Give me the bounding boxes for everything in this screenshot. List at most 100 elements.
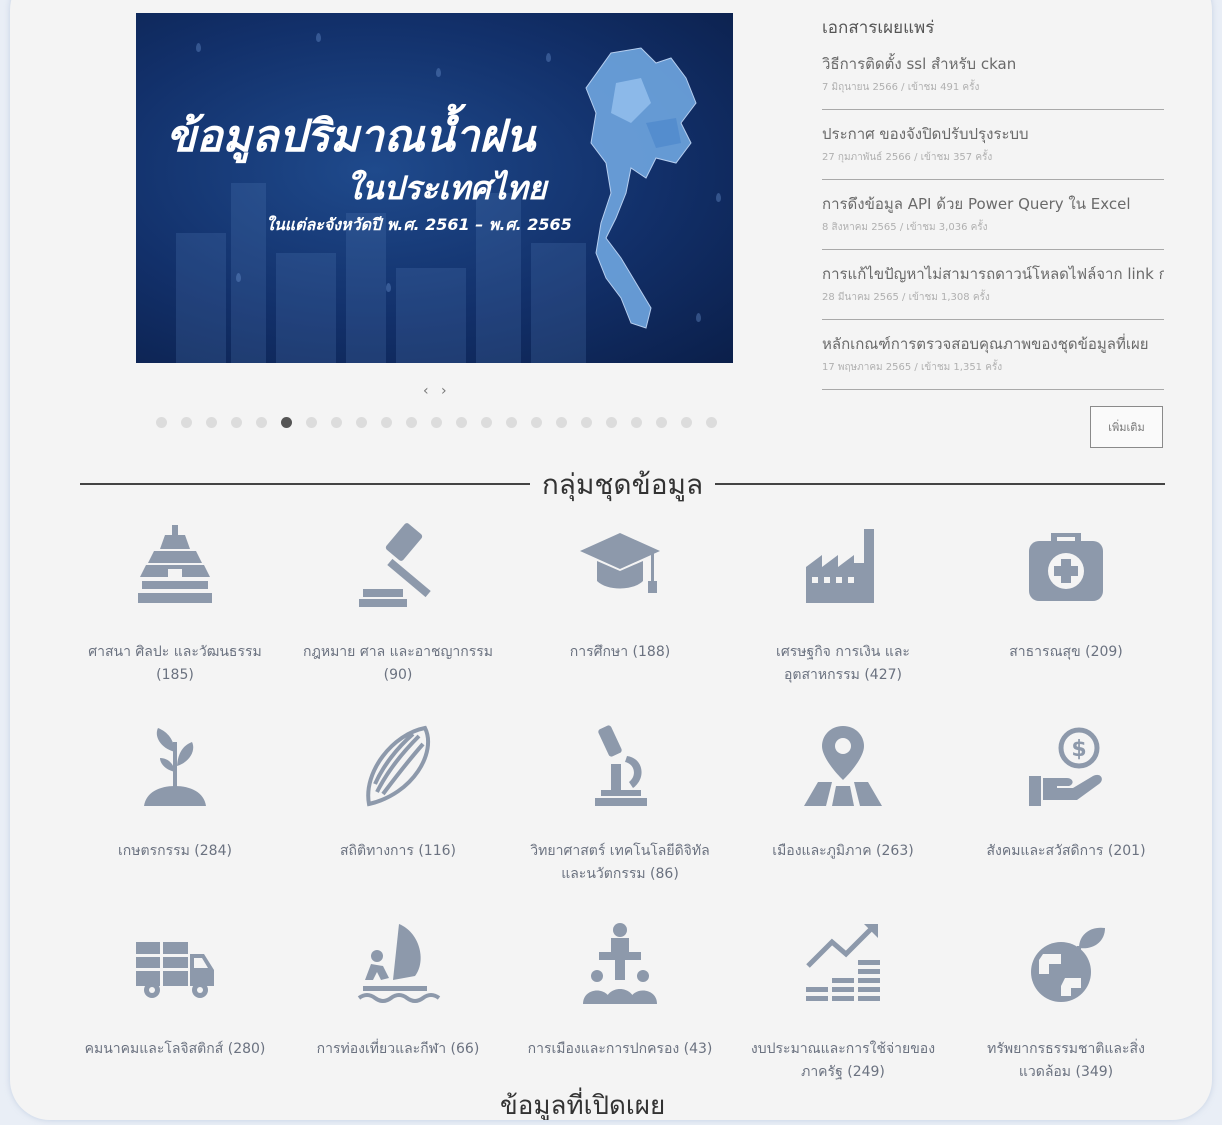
- publication-title[interactable]: การแก้ไขปัญหาไม่สามารถดาวน์โหลดไฟล์จาก l…: [822, 262, 1164, 286]
- category-count: ภาครัฐ (249): [801, 1064, 885, 1080]
- category-label: ศาสนา ศิลปะ และวัฒนธรรม: [88, 644, 262, 660]
- more-button[interactable]: เพิ่มเติม: [1090, 406, 1163, 448]
- publication-title[interactable]: หลักเกณฑ์การตรวจสอบคุณภาพของชุดข้อมูลที่…: [822, 332, 1164, 356]
- carousel-dot[interactable]: [356, 417, 367, 428]
- carousel-dot[interactable]: [206, 417, 217, 428]
- category-label: การศึกษา (188): [569, 644, 671, 660]
- publication-item[interactable]: การดึงข้อมูล API ด้วย Power Query ใน Exc…: [822, 180, 1164, 250]
- category-item[interactable]: เศรษฐกิจ การเงิน และอุตสาหกรรม (427): [733, 523, 953, 687]
- carousel-dot[interactable]: [231, 417, 242, 428]
- publication-title[interactable]: ประกาศ ของจังปิดปรับปรุงระบบ: [822, 122, 1164, 146]
- government-icon: [583, 923, 657, 1004]
- carousel-dot[interactable]: [431, 417, 442, 428]
- publication-item[interactable]: ประกาศ ของจังปิดปรับปรุงระบบ 27 กุมภาพัน…: [822, 110, 1164, 180]
- next-section-heading: ข้อมูลที่เปิดเผย: [500, 1091, 666, 1120]
- publications-panel: เอกสารเผยแพร่ วิธีการติดตั้ง ssl สำหรับ …: [822, 14, 1164, 390]
- category-item[interactable]: สาธารณสุข (209): [956, 523, 1176, 664]
- category-label: เกษตรกรรม (284): [118, 843, 232, 859]
- temple-icon: [138, 525, 212, 603]
- carousel-dot[interactable]: [381, 417, 392, 428]
- banner-caption: ในแต่ละจังหวัดปี พ.ศ. 2561 – พ.ศ. 2565: [266, 215, 572, 234]
- category-count: แวดล้อม (349): [1018, 1064, 1114, 1080]
- publication-meta: 27 กุมภาพันธ์ 2566 / เข้าชม 357 ครั้ง: [822, 152, 993, 163]
- carousel-dot[interactable]: [306, 417, 317, 428]
- thailand-map-icon: [585, 47, 697, 329]
- category-label: ทรัพยากรธรรมชาติและสิ่ง: [987, 1041, 1145, 1057]
- publication-meta: 7 มิถุนายน 2566 / เข้าชม 491 ครั้ง: [822, 82, 980, 93]
- category-item[interactable]: เมืองและภูมิภาค (263): [733, 722, 953, 863]
- category-label: งบประมาณและการใช้จ่ายของ: [750, 1041, 936, 1057]
- carousel-arrows[interactable]: ‹ ›: [423, 383, 451, 399]
- dataset-groups-heading: กลุ่มชุดข้อมูล: [80, 463, 1165, 503]
- category-item[interactable]: การเมืองและการปกครอง (43): [510, 920, 730, 1061]
- category-item[interactable]: งบประมาณและการใช้จ่ายของภาครัฐ (249): [733, 920, 953, 1084]
- publications-heading: เอกสารเผยแพร่: [822, 18, 935, 38]
- gavel-icon: [359, 523, 431, 607]
- carousel-dot[interactable]: [556, 417, 567, 428]
- carousel-dot[interactable]: [506, 417, 517, 428]
- medical-kit-icon: [1029, 533, 1103, 601]
- carousel-dot[interactable]: [256, 417, 267, 428]
- carousel-dot[interactable]: [706, 417, 717, 428]
- category-item[interactable]: คมนาคมและโลจิสติกส์ (280): [65, 920, 285, 1061]
- earth-plant-icon: [1031, 927, 1105, 1002]
- carousel-dot[interactable]: [581, 417, 592, 428]
- category-count: และนวัตกรรม (86): [561, 866, 679, 882]
- category-item[interactable]: $ สังคมและสวัสดิการ (201): [956, 722, 1176, 863]
- carousel-dot[interactable]: [406, 417, 417, 428]
- category-count: อุตสาหกรรม (427): [784, 667, 902, 683]
- category-label: สถิติทางการ (116): [340, 843, 456, 859]
- carousel-dot[interactable]: [181, 417, 192, 428]
- category-label: เมืองและภูมิภาค (263): [772, 843, 914, 859]
- category-label: สังคมและสวัสดิการ (201): [986, 843, 1146, 859]
- category-count: (90): [383, 667, 413, 683]
- graduation-cap-icon: [580, 533, 660, 593]
- carousel-dot[interactable]: [456, 417, 467, 428]
- category-label: กฎหมาย ศาล และอาชญากรรม: [302, 644, 494, 660]
- carousel-banner[interactable]: ข้อมูลปริมาณน้ำฝน ในประเทศไทย ในแต่ละจัง…: [136, 13, 733, 363]
- banner-title: ข้อมูลปริมาณน้ำฝน: [166, 111, 536, 162]
- publication-item[interactable]: หลักเกณฑ์การตรวจสอบคุณภาพของชุดข้อมูลที่…: [822, 320, 1164, 390]
- map-pin-icon: [804, 726, 882, 806]
- money-hand-icon: $: [1029, 727, 1102, 806]
- page-frame: ข้อมูลปริมาณน้ำฝน ในประเทศไทย ในแต่ละจัง…: [10, 0, 1212, 1120]
- category-label: สาธารณสุข (209): [1009, 644, 1123, 660]
- category-label: คมนาคมและโลจิสติกส์ (280): [84, 1041, 266, 1057]
- publication-title[interactable]: วิธีการติดตั้ง ssl สำหรับ ckan: [822, 52, 1164, 76]
- category-label: เศรษฐกิจ การเงิน และ: [776, 644, 910, 660]
- carousel-dot[interactable]: [631, 417, 642, 428]
- category-item[interactable]: การท่องเที่ยวและกีฬา (66): [288, 920, 508, 1061]
- publication-item[interactable]: การแก้ไขปัญหาไม่สามารถดาวน์โหลดไฟล์จาก l…: [822, 250, 1164, 320]
- windsurf-icon: [357, 924, 441, 1003]
- publication-meta: 17 พฤษภาคม 2565 / เข้าชม 1,351 ครั้ง: [822, 362, 1003, 373]
- category-item[interactable]: ทรัพยากรธรรมชาติและสิ่งแวดล้อม (349): [956, 920, 1176, 1084]
- carousel-dot[interactable]: [331, 417, 342, 428]
- category-label: การท่องเที่ยวและกีฬา (66): [316, 1041, 480, 1057]
- category-count: (185): [156, 667, 194, 683]
- carousel-dots: [156, 417, 717, 428]
- truck-icon: [136, 942, 214, 998]
- carousel-dot[interactable]: [531, 417, 542, 428]
- category-item[interactable]: ศาสนา ศิลปะ และวัฒนธรรม (185): [65, 523, 285, 687]
- category-item[interactable]: สถิติทางการ (116): [288, 722, 508, 863]
- carousel-dot[interactable]: [681, 417, 692, 428]
- carousel-dot[interactable]: [156, 417, 167, 428]
- svg-text:$: $: [1071, 737, 1086, 762]
- publication-item[interactable]: วิธีการติดตั้ง ssl สำหรับ ckan 7 มิถุนาย…: [822, 40, 1164, 110]
- factory-icon: [806, 529, 874, 603]
- carousel-dot[interactable]: [606, 417, 617, 428]
- publication-meta: 28 มีนาคม 2565 / เข้าชม 1,308 ครั้ง: [822, 292, 990, 303]
- carousel-dot[interactable]: [481, 417, 492, 428]
- category-item[interactable]: วิทยาศาสตร์ เทคโนโลยีดิจิทัลและนวัตกรรม …: [510, 722, 730, 886]
- category-label: การเมืองและการปกครอง (43): [527, 1041, 713, 1057]
- publication-title[interactable]: การดึงข้อมูล API ด้วย Power Query ใน Exc…: [822, 192, 1164, 216]
- category-item[interactable]: เกษตรกรรม (284): [65, 722, 285, 863]
- plant-icon: [144, 728, 206, 806]
- category-item[interactable]: การศึกษา (188): [510, 523, 730, 664]
- category-label: วิทยาศาสตร์ เทคโนโลยีดิจิทัล: [530, 843, 710, 859]
- carousel-dot[interactable]: [281, 417, 292, 428]
- category-item[interactable]: กฎหมาย ศาล และอาชญากรรม (90): [288, 523, 508, 687]
- microscope-icon: [595, 725, 647, 806]
- carousel-dot[interactable]: [656, 417, 667, 428]
- banner-subtitle: ในประเทศไทย: [346, 169, 547, 207]
